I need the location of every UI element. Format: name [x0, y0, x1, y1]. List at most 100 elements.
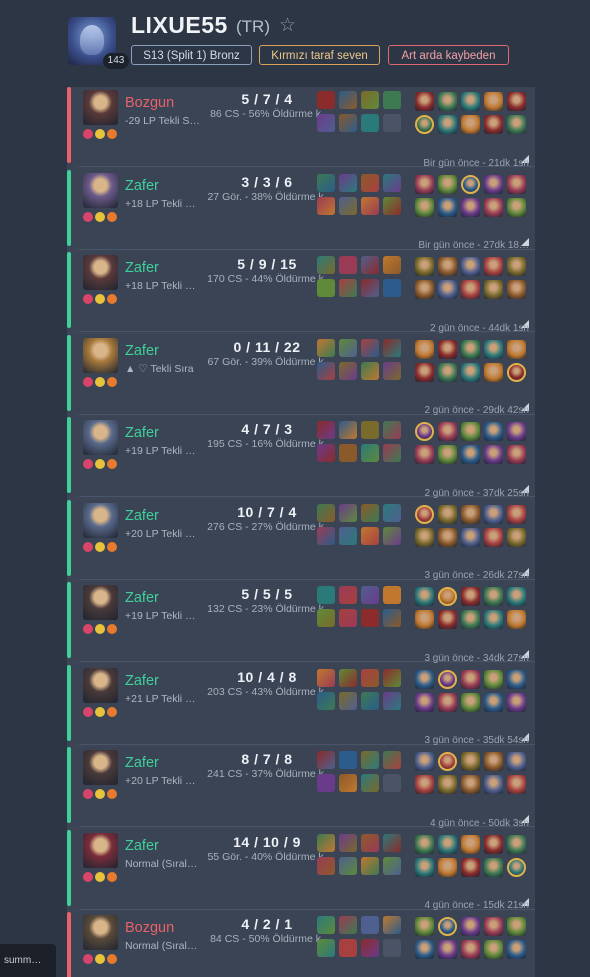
teammate-champion-icon[interactable]	[507, 339, 526, 359]
teammate-champion-icon[interactable]	[461, 445, 480, 464]
teammate-champion-icon[interactable]	[461, 587, 480, 606]
teammate-champion-icon[interactable]	[484, 280, 503, 299]
teammate-champion-icon[interactable]	[484, 197, 503, 217]
teammate-champion-icon[interactable]	[415, 280, 434, 299]
teammate-champion-icon[interactable]	[415, 834, 434, 854]
teammate-champion-icon[interactable]	[507, 610, 526, 629]
teammate-champion-icon[interactable]	[415, 692, 434, 712]
teammate-champion-icon[interactable]	[484, 339, 503, 359]
teammate-champion-icon[interactable]	[438, 610, 457, 629]
teammate-champion-icon[interactable]	[438, 257, 457, 276]
teammate-champion-icon[interactable]	[484, 257, 503, 276]
match-row[interactable]: Zafer Normal (Sıral… 14 / 10 / 9 55 Gör. - …	[67, 818, 535, 910]
teammate-champion-icon[interactable]	[438, 339, 457, 359]
teammate-champion-icon[interactable]	[507, 257, 526, 276]
teammate-champion-icon[interactable]	[461, 917, 480, 936]
teammate-champion-icon[interactable]	[415, 610, 434, 629]
teammate-champion-icon[interactable]	[438, 857, 457, 877]
teammate-champion-icon[interactable]	[438, 527, 457, 547]
teammate-champion-icon[interactable]	[438, 280, 457, 299]
teammate-champion-icon[interactable]	[415, 917, 434, 936]
teammate-champion-icon[interactable]	[507, 527, 526, 547]
teammate-champion-icon[interactable]	[438, 362, 457, 382]
teammate-champion-icon[interactable]	[461, 940, 480, 959]
player-champion-icon[interactable]	[438, 917, 457, 936]
teammate-champion-icon[interactable]	[438, 92, 457, 111]
teammate-champion-icon[interactable]	[461, 610, 480, 629]
match-row[interactable]: Zafer +18 LP Tekli … 5 / 9 / 15 170 CS - 44…	[67, 240, 535, 332]
match-row[interactable]: Zafer +18 LP Tekli … 3 / 3 / 6 27 Gör. - 38…	[67, 158, 535, 250]
teammate-champion-icon[interactable]	[507, 834, 526, 854]
teammate-champion-icon[interactable]	[484, 917, 503, 936]
teammate-champion-icon[interactable]	[507, 197, 526, 217]
chat-bubble[interactable]: summ…	[0, 944, 56, 977]
teammate-champion-icon[interactable]	[461, 92, 480, 111]
player-champion-icon[interactable]	[438, 587, 457, 606]
teammate-champion-icon[interactable]	[415, 587, 434, 606]
teammate-champion-icon[interactable]	[461, 775, 480, 794]
teammate-champion-icon[interactable]	[507, 445, 526, 464]
player-champion-icon[interactable]	[438, 669, 457, 689]
teammate-champion-icon[interactable]	[507, 692, 526, 712]
teammate-champion-icon[interactable]	[461, 339, 480, 359]
match-row[interactable]: Zafer +21 LP Tekli … 10 / 4 / 8 203 CS - 43…	[67, 653, 535, 745]
teammate-champion-icon[interactable]	[461, 422, 480, 441]
player-champion-icon[interactable]	[415, 115, 434, 134]
teammate-champion-icon[interactable]	[484, 445, 503, 464]
star-outline-icon[interactable]: ☆	[279, 14, 296, 37]
teammate-champion-icon[interactable]	[484, 775, 503, 794]
teammate-champion-icon[interactable]	[438, 834, 457, 854]
teammate-champion-icon[interactable]	[507, 669, 526, 689]
teammate-champion-icon[interactable]	[484, 752, 503, 771]
teammate-champion-icon[interactable]	[484, 940, 503, 959]
teammate-champion-icon[interactable]	[438, 692, 457, 712]
match-row[interactable]: Zafer ▲ ♡ Tekli Sıra 0 / 11 / 22 67 Gör. - …	[67, 323, 535, 415]
teammate-champion-icon[interactable]	[461, 257, 480, 276]
teammate-champion-icon[interactable]	[415, 857, 434, 877]
teammate-champion-icon[interactable]	[461, 504, 480, 524]
teammate-champion-icon[interactable]	[484, 527, 503, 547]
teammate-champion-icon[interactable]	[415, 527, 434, 547]
teammate-champion-icon[interactable]	[461, 834, 480, 854]
teammate-champion-icon[interactable]	[415, 445, 434, 464]
teammate-champion-icon[interactable]	[415, 174, 434, 194]
teammate-champion-icon[interactable]	[415, 669, 434, 689]
teammate-champion-icon[interactable]	[415, 339, 434, 359]
player-champion-icon[interactable]	[507, 857, 526, 877]
teammate-champion-icon[interactable]	[415, 362, 434, 382]
teammate-champion-icon[interactable]	[484, 692, 503, 712]
match-row[interactable]: Bozgun -29 LP Tekli S… 5 / 7 / 4 86 CS - 56…	[67, 87, 535, 167]
teammate-champion-icon[interactable]	[484, 504, 503, 524]
teammate-champion-icon[interactable]	[438, 775, 457, 794]
teammate-champion-icon[interactable]	[438, 422, 457, 441]
teammate-champion-icon[interactable]	[484, 174, 503, 194]
teammate-champion-icon[interactable]	[415, 752, 434, 771]
teammate-champion-icon[interactable]	[461, 115, 480, 134]
teammate-champion-icon[interactable]	[507, 174, 526, 194]
teammate-champion-icon[interactable]	[461, 857, 480, 877]
teammate-champion-icon[interactable]	[415, 257, 434, 276]
match-row[interactable]: Bozgun Normal (Sıral… 4 / 2 / 1 84 CS - 50%…	[67, 900, 535, 977]
teammate-champion-icon[interactable]	[415, 940, 434, 959]
teammate-champion-icon[interactable]	[484, 834, 503, 854]
teammate-champion-icon[interactable]	[415, 92, 434, 111]
match-row[interactable]: Zafer +19 LP Tekli … 4 / 7 / 3 195 CS - 16%…	[67, 405, 535, 497]
match-row[interactable]: Zafer +20 LP Tekli … 8 / 7 / 8 241 CS - 37%…	[67, 735, 535, 827]
teammate-champion-icon[interactable]	[484, 610, 503, 629]
teammate-champion-icon[interactable]	[461, 692, 480, 712]
teammate-champion-icon[interactable]	[484, 92, 503, 111]
teammate-champion-icon[interactable]	[484, 115, 503, 134]
player-champion-icon[interactable]	[507, 362, 526, 382]
teammate-champion-icon[interactable]	[461, 197, 480, 217]
teammate-champion-icon[interactable]	[484, 857, 503, 877]
teammate-champion-icon[interactable]	[438, 940, 457, 959]
teammate-champion-icon[interactable]	[484, 362, 503, 382]
teammate-champion-icon[interactable]	[461, 280, 480, 299]
teammate-champion-icon[interactable]	[507, 752, 526, 771]
teammate-champion-icon[interactable]	[507, 280, 526, 299]
player-champion-icon[interactable]	[415, 504, 434, 524]
teammate-champion-icon[interactable]	[507, 940, 526, 959]
teammate-champion-icon[interactable]	[438, 197, 457, 217]
player-champion-icon[interactable]	[461, 174, 480, 194]
teammate-champion-icon[interactable]	[461, 669, 480, 689]
